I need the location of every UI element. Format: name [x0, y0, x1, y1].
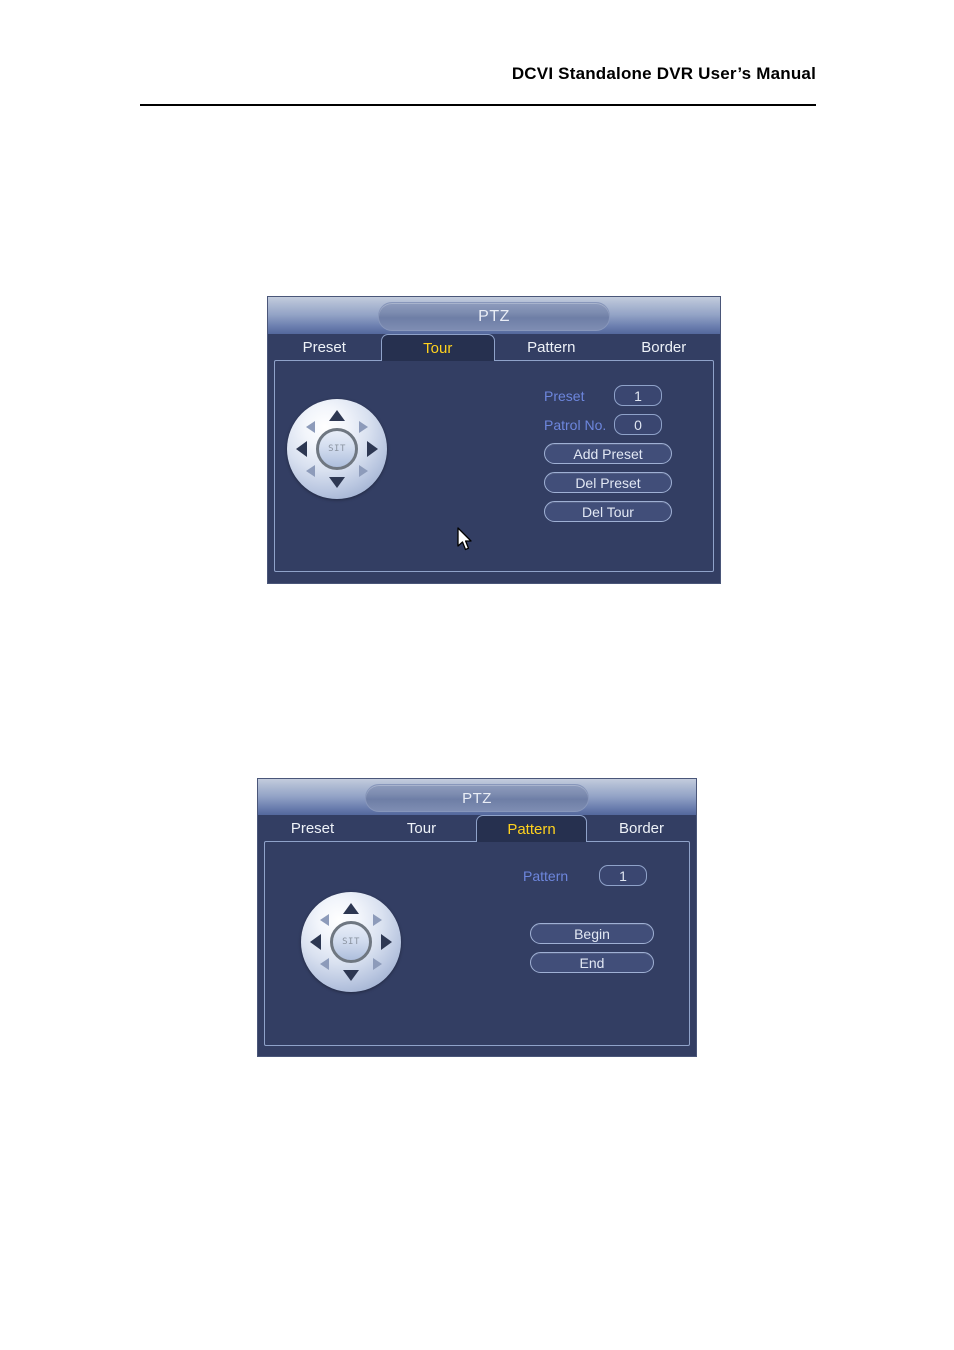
patrol-no-label: Patrol No.	[544, 416, 607, 433]
ptz-tour-panel: SIT Preset 1 Patrol No. 0 Add Preset Del…	[274, 360, 714, 572]
arrow-left-icon[interactable]	[310, 934, 321, 950]
del-preset-button[interactable]: Del Preset	[544, 472, 672, 493]
begin-button[interactable]: Begin	[530, 923, 654, 944]
patrol-field-row: Patrol No. 0	[544, 414, 662, 435]
arrow-down-right-icon[interactable]	[373, 958, 382, 970]
preset-label: Preset	[544, 387, 585, 404]
arrow-down-left-icon[interactable]	[320, 958, 329, 970]
tab-pattern[interactable]: Pattern	[476, 815, 587, 842]
ptz-tab-strip: Preset Tour Pattern Border	[258, 815, 696, 842]
ptz-titlebar: PTZ	[268, 297, 720, 334]
ptz-direction-pad[interactable]: SIT	[301, 892, 401, 992]
tab-preset[interactable]: Preset	[268, 334, 381, 361]
arrow-down-left-icon[interactable]	[306, 465, 315, 477]
arrow-right-icon[interactable]	[367, 441, 378, 457]
arrow-up-icon[interactable]	[329, 410, 345, 421]
pattern-label: Pattern	[523, 867, 569, 884]
end-button[interactable]: End	[530, 952, 654, 973]
pattern-field-row: Pattern 1	[523, 865, 647, 886]
ptz-direction-pad[interactable]: SIT	[287, 399, 387, 499]
page-title: DCVI Standalone DVR User’s Manual	[511, 64, 816, 83]
tab-border[interactable]: Border	[587, 815, 696, 842]
preset-field-row: Preset 1	[544, 385, 662, 406]
ptz-sit-button[interactable]: SIT	[316, 428, 358, 470]
tab-preset[interactable]: Preset	[258, 815, 367, 842]
tab-border[interactable]: Border	[608, 334, 721, 361]
arrow-down-right-icon[interactable]	[359, 465, 368, 477]
pattern-input[interactable]: 1	[599, 865, 647, 886]
arrow-down-icon[interactable]	[329, 477, 345, 488]
arrow-right-icon[interactable]	[381, 934, 392, 950]
arrow-down-icon[interactable]	[343, 970, 359, 981]
arrow-up-left-icon[interactable]	[320, 914, 329, 926]
ptz-sit-label: SIT	[342, 937, 360, 947]
ptz-sit-button[interactable]: SIT	[330, 921, 372, 963]
ptz-dialog-pattern: PTZ Preset Tour Pattern Border SIT Patte…	[257, 778, 697, 1057]
arrow-left-icon[interactable]	[296, 441, 307, 457]
add-preset-button[interactable]: Add Preset	[544, 443, 672, 464]
arrow-up-left-icon[interactable]	[306, 421, 315, 433]
ptz-titlebar: PTZ	[258, 779, 696, 815]
tab-tour[interactable]: Tour	[380, 334, 495, 361]
ptz-sit-label: SIT	[328, 444, 346, 454]
arrow-up-right-icon[interactable]	[373, 914, 382, 926]
header-divider	[140, 104, 816, 106]
ptz-pattern-panel: SIT Pattern 1 Begin End	[264, 841, 690, 1046]
ptz-window-title: PTZ	[378, 302, 610, 331]
arrow-up-right-icon[interactable]	[359, 421, 368, 433]
arrow-up-icon[interactable]	[343, 903, 359, 914]
preset-input[interactable]: 1	[614, 385, 662, 406]
ptz-tab-strip: Preset Tour Pattern Border	[268, 334, 720, 361]
ptz-dialog-tour: PTZ Preset Tour Pattern Border SIT Prese…	[267, 296, 721, 584]
ptz-window-title: PTZ	[365, 784, 589, 812]
patrol-no-input[interactable]: 0	[614, 414, 662, 435]
del-tour-button[interactable]: Del Tour	[544, 501, 672, 522]
tab-tour[interactable]: Tour	[367, 815, 476, 842]
tab-pattern[interactable]: Pattern	[495, 334, 608, 361]
mouse-cursor-icon	[457, 527, 472, 551]
